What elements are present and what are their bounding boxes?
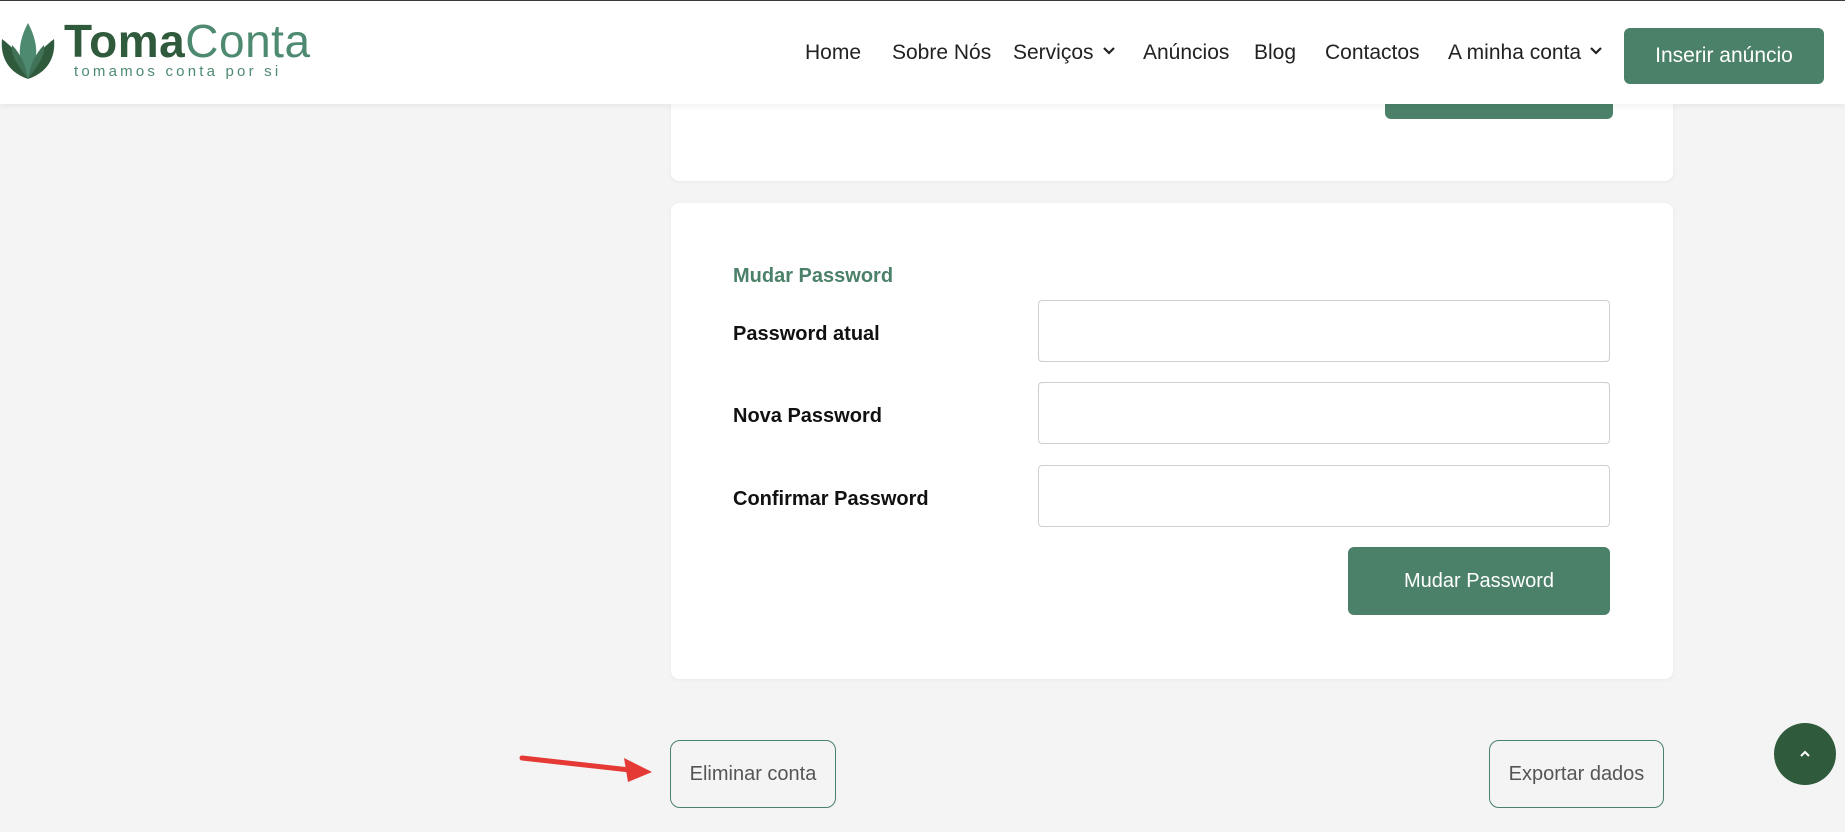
change-password-button[interactable]: Mudar Password — [1348, 547, 1610, 615]
nav-services-label: Serviços — [1013, 41, 1094, 64]
logo-wordmark: TomaConta — [64, 15, 311, 67]
export-data-button[interactable]: Exportar dados — [1489, 740, 1664, 808]
nav-blog[interactable]: Blog — [1254, 41, 1296, 65]
logo-word-toma: Toma — [64, 15, 186, 67]
logo-tagline: tomamos conta por si — [74, 63, 282, 80]
nav-ads[interactable]: Anúncios — [1143, 41, 1229, 65]
new-password-input[interactable] — [1038, 382, 1610, 444]
confirm-password-input[interactable] — [1038, 465, 1610, 527]
nav-services[interactable]: Serviços — [1013, 41, 1116, 65]
current-password-label: Password atual — [733, 323, 880, 345]
section-title: Mudar Password — [733, 265, 894, 287]
chevron-down-icon — [1590, 47, 1602, 55]
nav-contacts[interactable]: Contactos — [1325, 41, 1420, 65]
lotus-leaf-icon — [1, 23, 55, 79]
nav-my-account-label: A minha conta — [1448, 41, 1582, 64]
new-password-label: Nova Password — [733, 405, 882, 427]
nav-home[interactable]: Home — [805, 41, 861, 65]
logo-word-conta: Conta — [185, 15, 311, 67]
insert-ad-button[interactable]: Inserir anúncio — [1624, 28, 1824, 84]
current-password-input[interactable] — [1038, 300, 1610, 362]
nav-my-account[interactable]: A minha conta — [1448, 41, 1603, 65]
nav-about[interactable]: Sobre Nós — [892, 41, 991, 65]
change-password-card: Mudar Password Password atual Nova Passw… — [671, 203, 1673, 679]
chevron-up-icon — [1800, 750, 1810, 757]
site-header: TomaConta tomamos conta por si Home Sobr… — [0, 0, 1845, 104]
logo-link[interactable]: TomaConta tomamos conta por si — [0, 15, 320, 85]
delete-account-button[interactable]: Eliminar conta — [670, 740, 836, 808]
red-arrow-icon — [519, 755, 652, 782]
scroll-to-top-button[interactable] — [1774, 723, 1836, 785]
confirm-password-label: Confirmar Password — [733, 488, 929, 510]
chevron-down-icon — [1102, 47, 1115, 55]
